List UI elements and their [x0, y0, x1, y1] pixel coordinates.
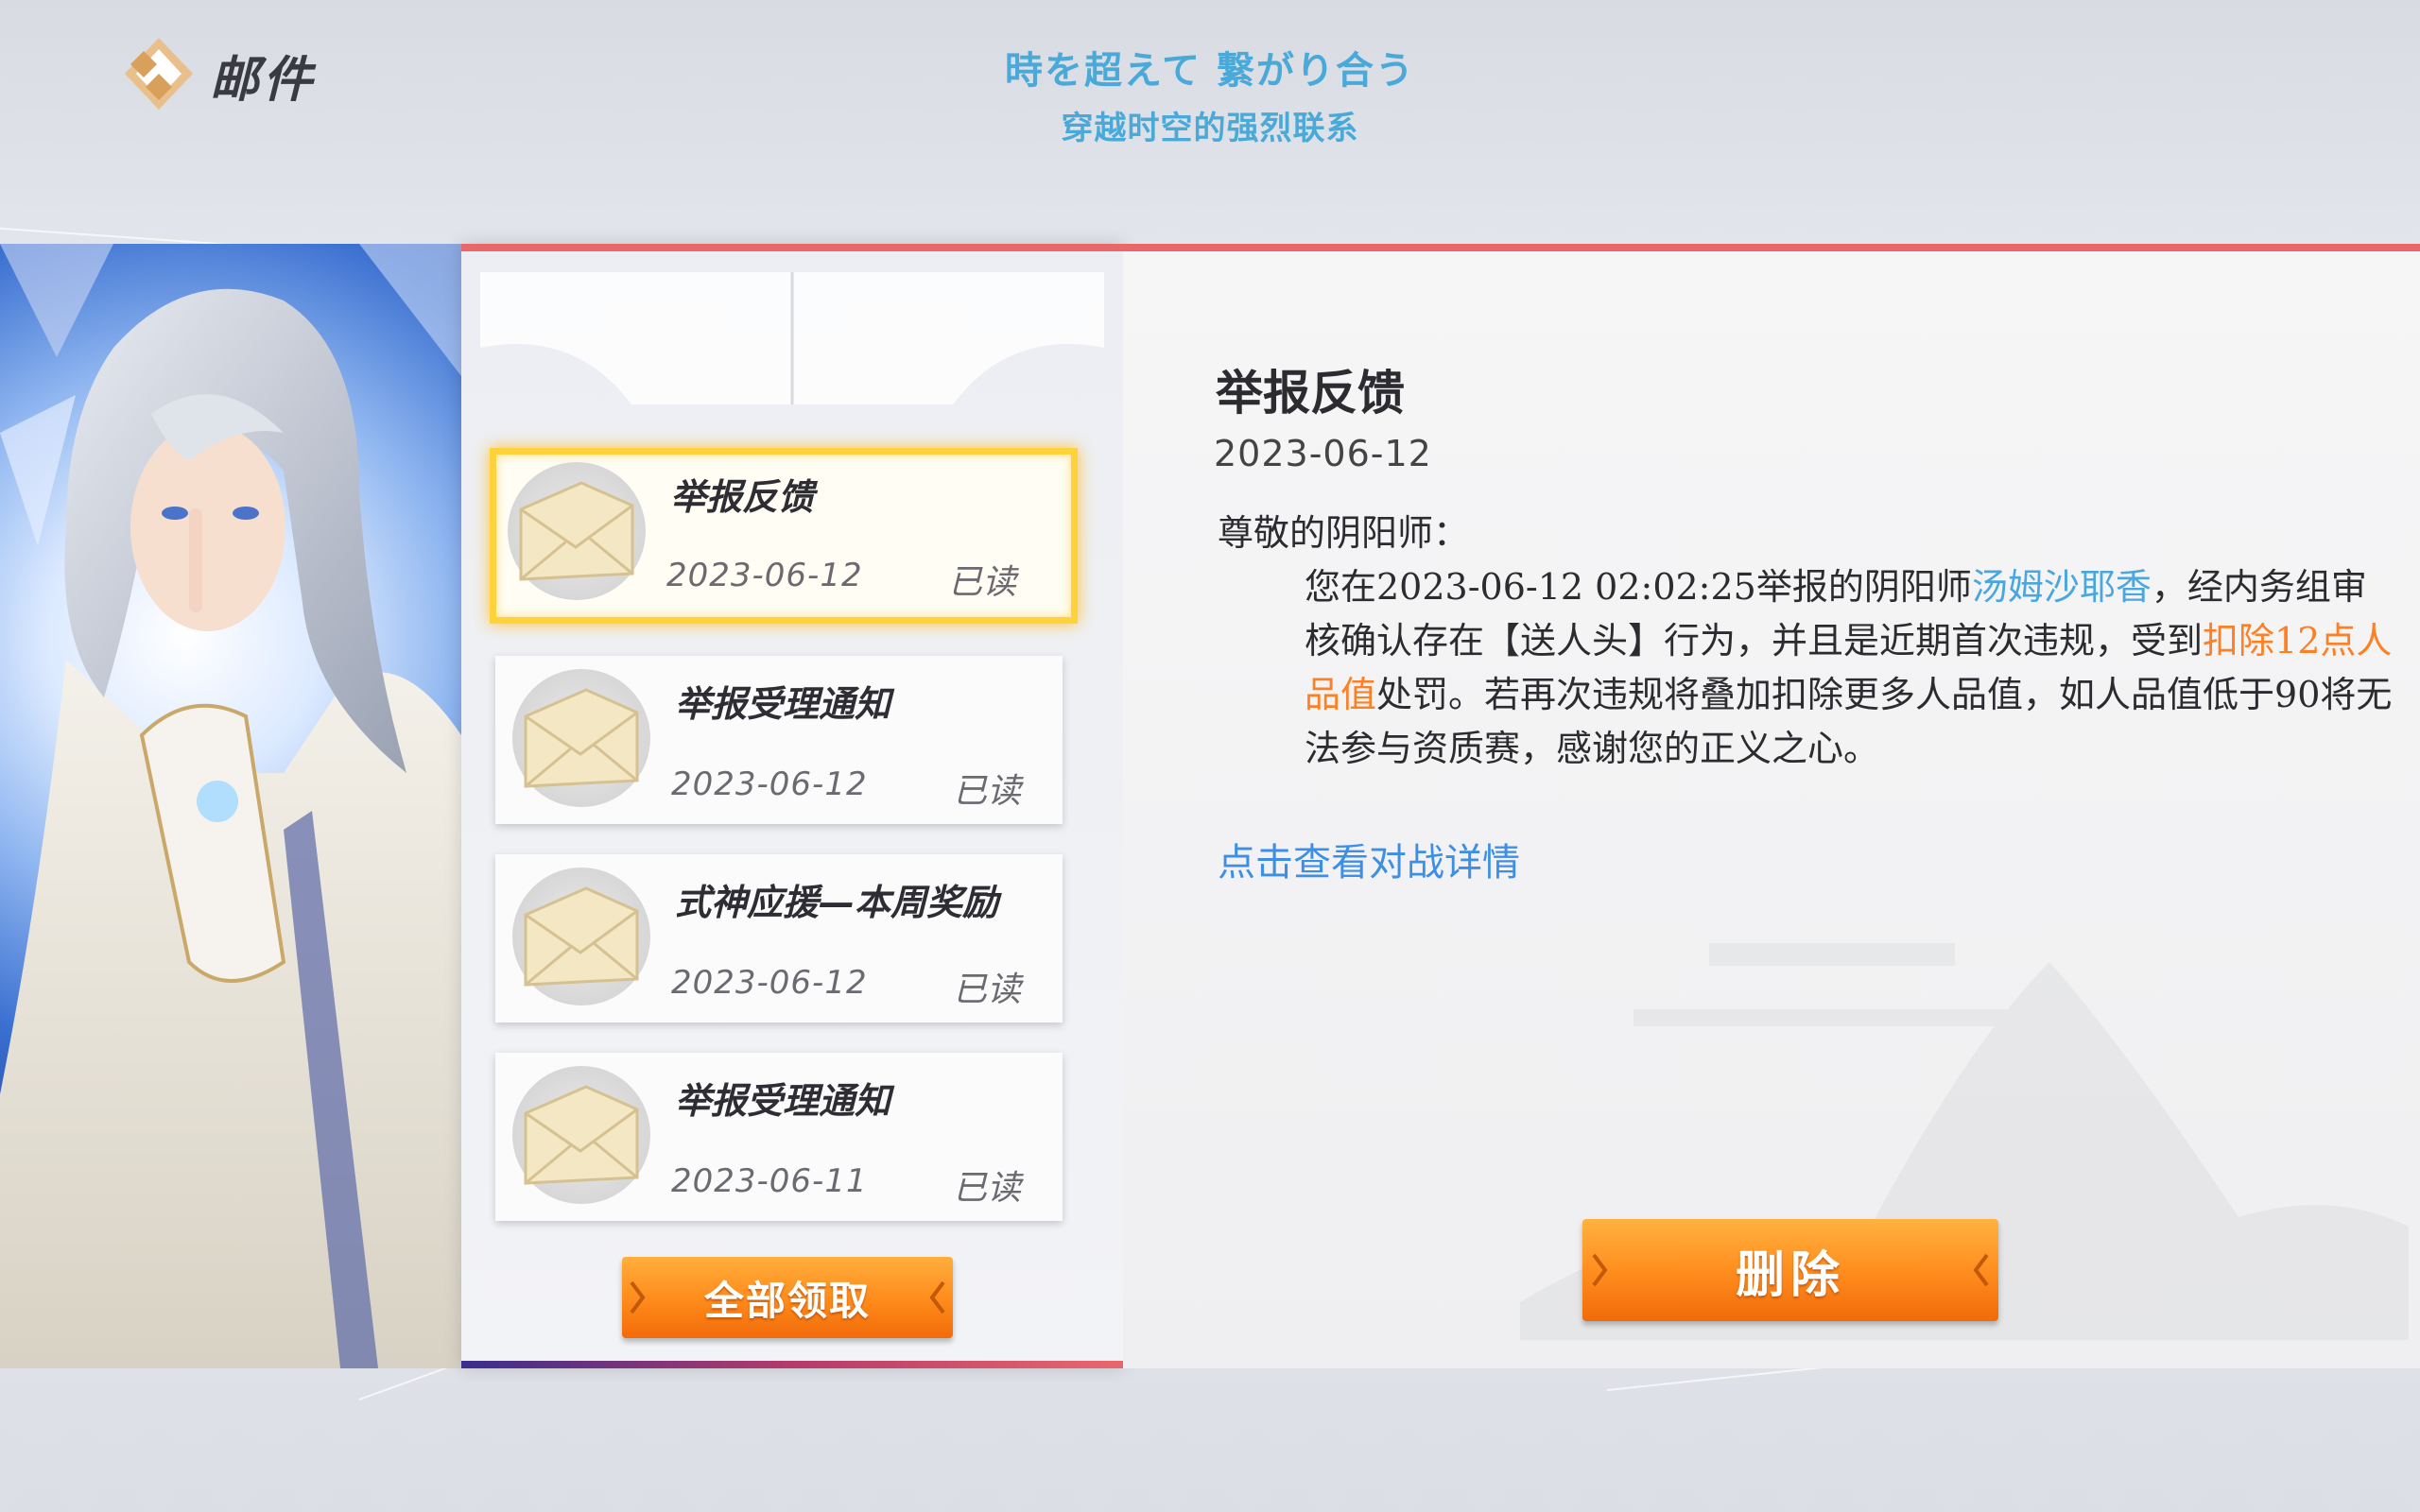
mail-date: 2023-06-12 — [671, 765, 868, 803]
mail-list-panel: 举报反馈 2023-06-12 已读 举报受理通知 2023-06-12 已读 … — [461, 244, 1123, 1368]
envelope-flap-decoration — [480, 272, 1104, 404]
mail-read-status: 已读 — [948, 563, 1017, 602]
mail-list-item[interactable]: 举报受理通知 2023-06-12 已读 — [495, 656, 1063, 824]
detail-date: 2023-06-12 — [1214, 433, 1432, 474]
mail-read-status: 已读 — [953, 1169, 1022, 1208]
detail-greeting: 尊敬的阴阳师： — [1218, 512, 1470, 554]
panel-top-accent — [461, 244, 1123, 251]
mail-title: 式神应援—本周奖励 — [675, 882, 999, 923]
panel-top-accent — [1123, 244, 2420, 251]
envelope-icon — [512, 669, 650, 807]
subtitle-japanese: 時を超えて 繋がり合う — [1005, 49, 1415, 93]
envelope-icon — [508, 462, 646, 600]
envelope-icon — [512, 868, 650, 1005]
mail-title: 举报反馈 — [670, 476, 815, 518]
body-text: 您在2023-06-12 02:02:25举报的阴阳师 — [1305, 566, 1972, 608]
chevron-right-icon — [929, 1280, 945, 1314]
mail-detail-panel: 举报反馈 2023-06-12 尊敬的阴阳师： 您在2023-06-12 02:… — [1123, 244, 2420, 1368]
mail-read-status: 已读 — [953, 971, 1022, 1009]
chevron-right-icon — [1973, 1253, 1989, 1287]
reported-player-name[interactable]: 汤姆沙耶香 — [1972, 566, 2152, 608]
mail-title: 举报受理通知 — [675, 1080, 891, 1122]
claim-all-label: 全部领取 — [703, 1277, 871, 1324]
delete-label: 删除 — [1735, 1246, 1845, 1304]
mail-title: 举报受理通知 — [675, 683, 891, 725]
mail-list-item[interactable]: 举报受理通知 2023-06-11 已读 — [495, 1053, 1063, 1221]
panel-bottom-accent — [461, 1361, 1123, 1368]
mail-date: 2023-06-12 — [666, 557, 863, 594]
character-portrait — [0, 244, 461, 1368]
claim-all-button[interactable]: 全部领取 — [622, 1257, 953, 1338]
mail-list-item[interactable]: 举报反馈 2023-06-12 已读 — [490, 448, 1078, 624]
detail-body: 尊敬的阴阳师： 您在2023-06-12 02:02:25举报的阴阳师汤姆沙耶香… — [1218, 507, 2399, 776]
mail-date: 2023-06-12 — [671, 964, 868, 1002]
detail-title: 举报反馈 — [1216, 366, 1405, 421]
delete-button[interactable]: 删除 — [1582, 1219, 1998, 1321]
body-text: 处罚。若再次违规将叠加扣除更多人品值，如人品值低于90将无法参与资质赛，感谢您的… — [1305, 674, 2393, 769]
mail-read-status: 已读 — [953, 772, 1022, 811]
subtitle-chinese: 穿越时空的强烈联系 — [1061, 110, 1359, 147]
mail-date: 2023-06-11 — [671, 1162, 868, 1200]
mail-list-item[interactable]: 式神应援—本周奖励 2023-06-12 已读 — [495, 854, 1063, 1022]
battle-details-link[interactable]: 点击查看对战详情 — [1218, 832, 1520, 886]
envelope-icon — [512, 1066, 650, 1204]
detail-paragraph: 您在2023-06-12 02:02:25举报的阴阳师汤姆沙耶香，经内务组审核确… — [1218, 560, 2399, 776]
